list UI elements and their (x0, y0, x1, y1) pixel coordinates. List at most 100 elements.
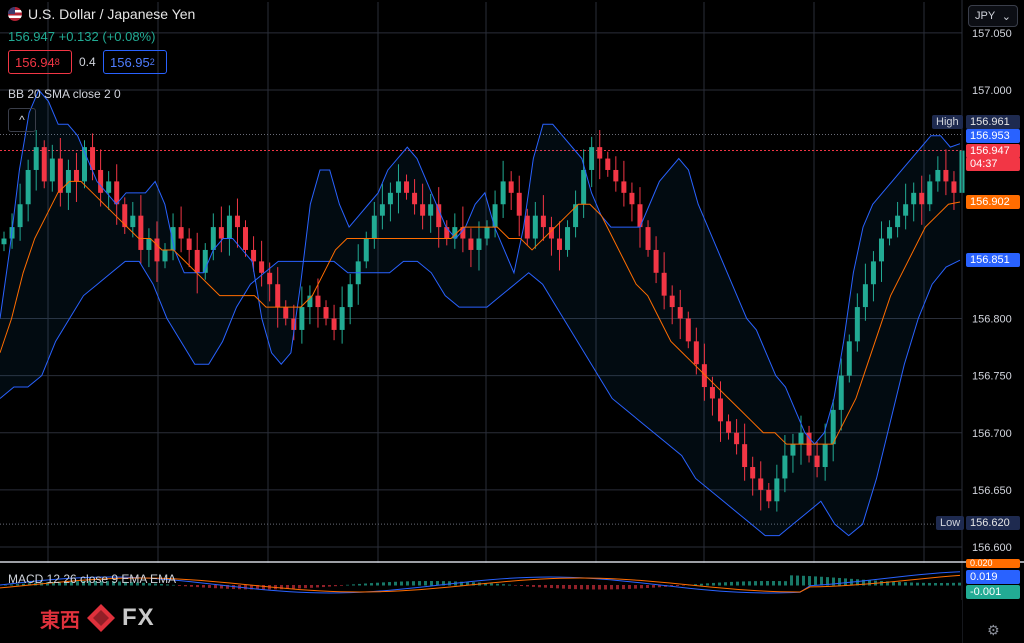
macd-histogram-bar (898, 581, 901, 586)
candle-body (911, 192, 917, 205)
bollinger-band-fill (0, 90, 960, 536)
gear-icon[interactable]: ⚙ (987, 622, 1000, 639)
candle-body (347, 284, 353, 308)
macd-histogram-bar (592, 585, 595, 590)
macd-histogram-bar (652, 585, 655, 588)
macd-histogram-bar (946, 582, 949, 586)
basis-tag: 156.902 (966, 195, 1020, 209)
macd-histogram-bar (646, 585, 649, 589)
candle-body (218, 227, 224, 239)
candle-body (870, 261, 876, 285)
candle-body (565, 227, 571, 250)
candle-body (645, 227, 651, 250)
macd-histogram-bar (700, 583, 703, 586)
candle-body (420, 204, 426, 216)
candle-body (154, 238, 160, 262)
macd-histogram-bar (340, 585, 343, 586)
macd-histogram-bar (244, 585, 247, 590)
candle-body (57, 158, 63, 193)
last-price-tag: 156.947 (966, 144, 1020, 158)
candle-body (750, 467, 756, 479)
candle-body (404, 181, 410, 193)
macd-histogram-bar (496, 583, 499, 586)
collapse-button[interactable]: ^ (8, 108, 36, 132)
candle-body (178, 227, 184, 239)
candle-body (41, 147, 47, 182)
macd-histogram-bar (814, 576, 817, 586)
lower-band-tag: 156.851 (966, 253, 1020, 267)
macd-histogram-bar (904, 582, 907, 586)
candle-body (444, 227, 450, 239)
candle-body (49, 158, 55, 182)
candle-body (106, 181, 112, 193)
candle-body (379, 204, 385, 216)
macd-histogram-bar (754, 581, 757, 586)
symbol-header[interactable]: U.S. Dollar / Japanese Yen (8, 6, 195, 22)
high-value-tag: 156.961 (966, 115, 1020, 129)
macd-histogram-bar (580, 585, 583, 590)
candle-body (73, 169, 79, 182)
macd-histogram-bar (796, 575, 799, 586)
candle-body (33, 147, 39, 170)
price-tick-label: 156.700 (972, 428, 1012, 440)
macd-indicator-label[interactable]: MACD 12 26 close 9 EMA EMA (8, 572, 176, 586)
candle-body (878, 238, 884, 262)
currency-dropdown[interactable]: JPY ⌄ (968, 5, 1018, 27)
macd-histogram-bar (598, 585, 601, 590)
candle-body (814, 455, 820, 468)
candle-body (629, 192, 635, 205)
macd-histogram-bar (604, 585, 607, 590)
sell-button[interactable]: 156.94 8 (8, 50, 72, 74)
macd-histogram-bar (778, 581, 781, 586)
candle-body (605, 158, 611, 170)
macd-histogram-bar (844, 578, 847, 586)
macd-histogram-bar (556, 585, 559, 589)
macd-histogram-bar (382, 582, 385, 586)
candle-body (589, 147, 595, 170)
logo-cjk-text: 東西 (40, 607, 80, 632)
symbol-title: U.S. Dollar / Japanese Yen (28, 6, 196, 22)
bb-indicator-label[interactable]: BB 20 SMA close 2 0 (8, 87, 121, 101)
macd-histogram-bar (346, 584, 349, 586)
candle-body (734, 432, 740, 445)
macd-histogram-bar (370, 583, 373, 586)
macd-histogram-bar (784, 581, 787, 586)
candle-body (581, 169, 587, 205)
macd-histogram-bar (400, 581, 403, 586)
spread-value: 0.4 (79, 55, 96, 69)
upper-band-tag: 156.953 (966, 129, 1020, 143)
price-change: 156.947 +0.132 (+0.08%) (8, 29, 156, 44)
macd-histogram-bar (952, 582, 955, 586)
buy-price: 156.95 (110, 54, 150, 70)
macd-histogram-bar (928, 582, 931, 586)
macd-histogram-bar (808, 576, 811, 586)
macd-histogram-bar (718, 582, 721, 586)
macd-histogram-bar (544, 585, 547, 588)
macd-histogram-bar (532, 585, 535, 587)
candle-body (371, 215, 377, 239)
macd-histogram-bar (916, 582, 919, 586)
candle-body (428, 204, 434, 216)
candle-body (130, 215, 136, 228)
price-chart[interactable]: 157.050 157.000 156.800 156.750 156.700 156.6… (0, 0, 1024, 643)
candle-body (822, 444, 828, 468)
macd-histogram-bar (298, 585, 301, 589)
high-label-tag: High (932, 115, 963, 129)
candle-body (742, 444, 748, 468)
candle-body (919, 192, 925, 205)
macd-histogram-bar (742, 581, 745, 586)
macd-signal-tag: 0.020 (966, 559, 1020, 568)
candle-body (146, 238, 152, 250)
price-tick-label: 156.600 (972, 542, 1012, 554)
chevron-down-icon: ⌄ (1001, 10, 1011, 23)
candle-body (468, 238, 474, 250)
macd-histogram-bar (208, 585, 211, 588)
low-label-tag: Low (936, 516, 965, 530)
macd-histogram-bar (868, 580, 871, 586)
candle-body (323, 307, 329, 319)
candle-body (613, 169, 619, 182)
candle-body (597, 147, 603, 159)
candle-body (412, 192, 418, 205)
candle-body (186, 238, 192, 250)
buy-button[interactable]: 156.95 2 (103, 50, 167, 74)
